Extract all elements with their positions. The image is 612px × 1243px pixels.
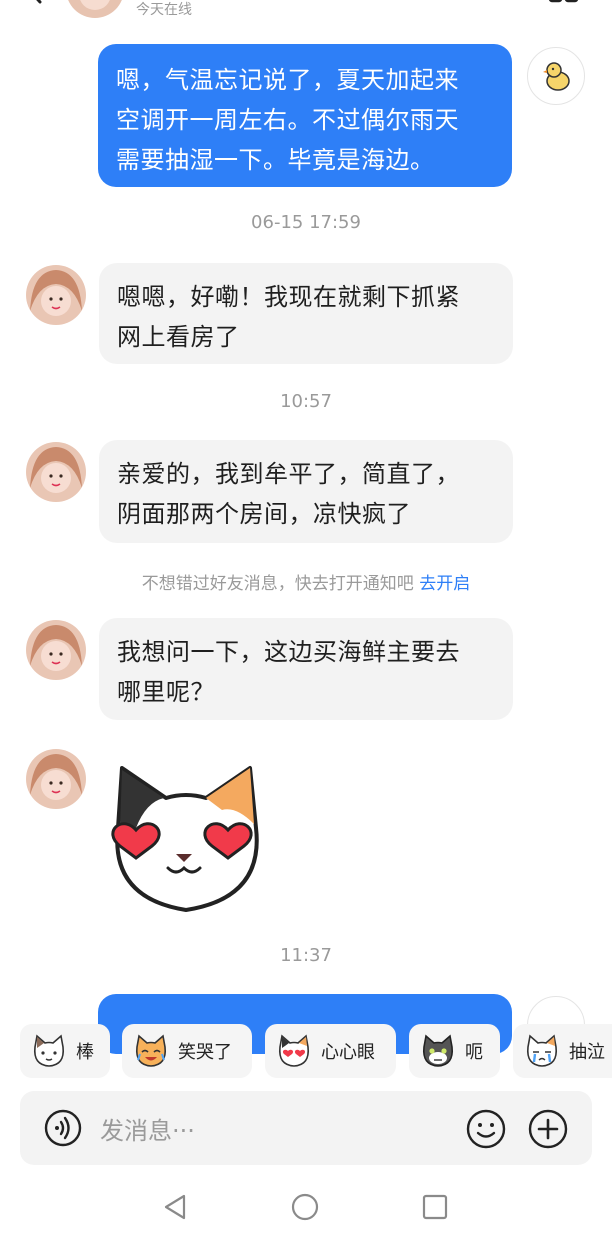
plus-icon[interactable] (528, 1109, 568, 1149)
voice-icon[interactable] (44, 1109, 82, 1147)
grid-menu-icon[interactable] (548, 0, 580, 10)
quick-emoji-chip[interactable]: 笑哭了 (122, 1024, 252, 1078)
nav-back-icon[interactable] (160, 1192, 190, 1222)
back-icon[interactable] (20, 0, 50, 6)
nav-recents-icon[interactable] (420, 1192, 450, 1222)
quick-emoji-chip[interactable]: 心心眼 (265, 1024, 396, 1078)
message-bubble-received[interactable]: 亲爱的，我到牟平了，简直了， 阴面那两个房间，凉快疯了 (99, 440, 513, 543)
nav-home-icon[interactable] (290, 1192, 320, 1222)
contact-avatar[interactable] (26, 749, 86, 809)
my-avatar[interactable] (527, 47, 585, 105)
quick-emoji-label: 心心眼 (321, 1042, 375, 1063)
contact-avatar[interactable] (66, 0, 124, 18)
message-bubble-received[interactable]: 我想问一下，这边买海鲜主要去 哪里呢？ (99, 618, 513, 720)
quick-emoji-chip[interactable]: 呃 (409, 1024, 500, 1078)
online-status: 今天在线 (136, 2, 192, 18)
quick-emoji-label: 棒 (76, 1042, 94, 1063)
timestamp: 10:57 (280, 391, 332, 412)
notification-tip-text: 不想错过好友消息，快去打开通知吧 (141, 574, 420, 594)
contact-avatar[interactable] (26, 265, 86, 325)
notification-tip: 不想错过好友消息，快去打开通知吧 去开启 (0, 569, 612, 594)
timestamp: 06-15 17:59 (251, 212, 361, 233)
contact-avatar[interactable] (26, 442, 86, 502)
cat-thumbs-up-icon (33, 1034, 65, 1067)
quick-emoji-bar: 棒 笑哭了 心心眼 呃 抽泣 (0, 1024, 612, 1080)
cat-awkward-icon (422, 1034, 454, 1067)
message-bubble-received[interactable]: 嗯嗯，好嘞！我现在就剩下抓紧 网上看房了 (99, 263, 513, 364)
cat-heart-eyes-sticker[interactable] (106, 758, 266, 914)
enable-notification-link[interactable]: 去开启 (419, 574, 470, 594)
contact-avatar[interactable] (26, 620, 86, 680)
message-input[interactable]: 发消息··· (100, 1111, 195, 1146)
cat-laugh-cry-icon (135, 1034, 167, 1067)
emoji-icon[interactable] (466, 1109, 506, 1149)
quick-emoji-label: 抽泣 (569, 1042, 605, 1063)
quick-emoji-chip[interactable]: 棒 (20, 1024, 110, 1078)
duck-avatar-icon (543, 62, 570, 91)
timestamp: 11:37 (280, 945, 332, 966)
quick-emoji-label: 呃 (465, 1042, 483, 1063)
message-input-bar: 发消息··· (20, 1091, 592, 1165)
cat-sob-icon (526, 1034, 558, 1067)
quick-emoji-label: 笑哭了 (178, 1042, 232, 1063)
message-bubble-sent[interactable]: 嗯，气温忘记说了，夏天加起来 空调开一周左右。不过偶尔雨天 需要抽湿一下。毕竟是… (98, 44, 512, 187)
quick-emoji-chip[interactable]: 抽泣 (513, 1024, 612, 1078)
cat-heart-eyes-icon (278, 1034, 310, 1067)
